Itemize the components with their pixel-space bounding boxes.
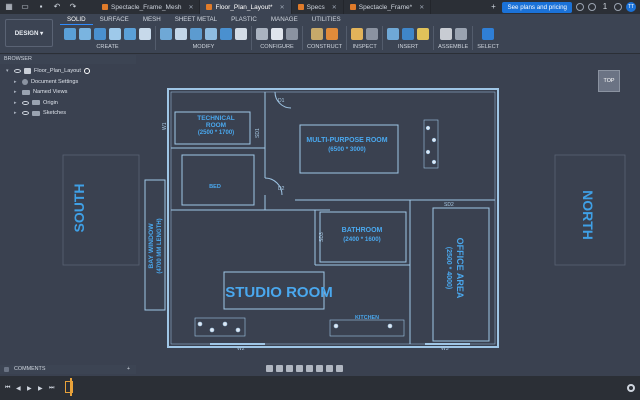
look-at-icon[interactable]	[276, 364, 283, 372]
grid-settings-icon[interactable]	[326, 364, 333, 372]
chair	[209, 327, 215, 333]
chair	[425, 125, 431, 131]
technical-room-size: (2500 * 1700)	[198, 130, 234, 136]
chair	[197, 321, 203, 327]
viewcube[interactable]: TOP	[598, 70, 620, 92]
bay-window-label: BAY WINDOW	[148, 223, 155, 269]
fast-forward-icon[interactable]: ⏭	[49, 385, 54, 392]
timeline-marker-handle[interactable]	[70, 378, 72, 396]
kitchen-counter	[329, 319, 405, 337]
tag-d2: D2	[278, 186, 285, 192]
fit-icon[interactable]	[306, 364, 313, 372]
step-back-icon[interactable]: ◀	[16, 385, 21, 392]
display-settings-icon[interactable]	[316, 364, 323, 372]
tag-sd3: SD3	[319, 232, 325, 242]
chair	[235, 327, 241, 333]
chair	[431, 159, 437, 165]
pan-icon[interactable]	[286, 364, 293, 372]
comments-label: COMMENTS	[14, 366, 46, 372]
viewports-icon[interactable]	[336, 364, 343, 372]
bed-label: BED	[209, 184, 221, 190]
play-icon[interactable]: ▶	[27, 385, 32, 392]
chair	[222, 321, 228, 327]
bay-window-length: (4700 MM LENGTH)	[157, 218, 163, 273]
stove-burner	[333, 323, 339, 329]
comments-icon	[4, 367, 9, 372]
kitchen-label: KITCHEN	[355, 315, 379, 321]
gear-icon[interactable]	[627, 384, 635, 392]
navigation-bar	[266, 362, 370, 374]
fusion-app-window: ▦ ▭ ▪ ↶ ↷ Spectacle_Frame_Mesh ✕ Floor_P…	[0, 0, 640, 400]
technical-room-label-2: ROOM	[206, 122, 226, 129]
studio-room-label: STUDIO ROOM	[225, 284, 333, 301]
sofa	[194, 317, 246, 337]
chair	[425, 149, 431, 155]
orbit-icon[interactable]	[266, 364, 273, 372]
tag-d1: D1	[278, 98, 285, 104]
step-forward-icon[interactable]: ▶	[38, 385, 43, 392]
multi-purpose-label: MULTI-PURPOSE ROOM	[306, 137, 387, 144]
plan-walls	[144, 88, 499, 348]
technical-room-label-1: TECHNICAL	[197, 115, 235, 122]
tag-sd2: SD2	[444, 202, 454, 208]
floor-plan-canvas[interactable]: TECHNICAL ROOM (2500 * 1700) MULTI-PURPO…	[0, 0, 640, 400]
multi-purpose-size: (6500 * 3000)	[328, 146, 366, 153]
plan-labels: TECHNICAL ROOM (2500 * 1700) MULTI-PURPO…	[148, 115, 465, 321]
timeline: ⏮ ◀ ▶ ▶ ⏭	[0, 376, 640, 400]
add-comment-icon[interactable]: +	[127, 365, 130, 374]
office-area-label: OFFICE AREA	[455, 238, 465, 299]
zoom-icon[interactable]	[296, 364, 303, 372]
bed-box	[181, 154, 255, 206]
furniture	[194, 119, 439, 337]
chair	[431, 137, 437, 143]
tag-w1: W1	[162, 122, 168, 130]
bathroom-label: BATHROOM	[342, 227, 383, 234]
tag-w3: W3	[441, 346, 449, 352]
comments-panel[interactable]: COMMENTS +	[0, 365, 136, 374]
bathroom-size: (2400 * 1600)	[343, 236, 381, 243]
tag-sd1: SD1	[255, 128, 261, 138]
sink	[387, 323, 393, 329]
tag-w2: W2	[237, 346, 245, 352]
rewind-icon[interactable]: ⏮	[5, 385, 10, 392]
viewcube-face-label: TOP	[603, 78, 615, 84]
office-area-size: (2500 * 4000)	[445, 247, 452, 289]
